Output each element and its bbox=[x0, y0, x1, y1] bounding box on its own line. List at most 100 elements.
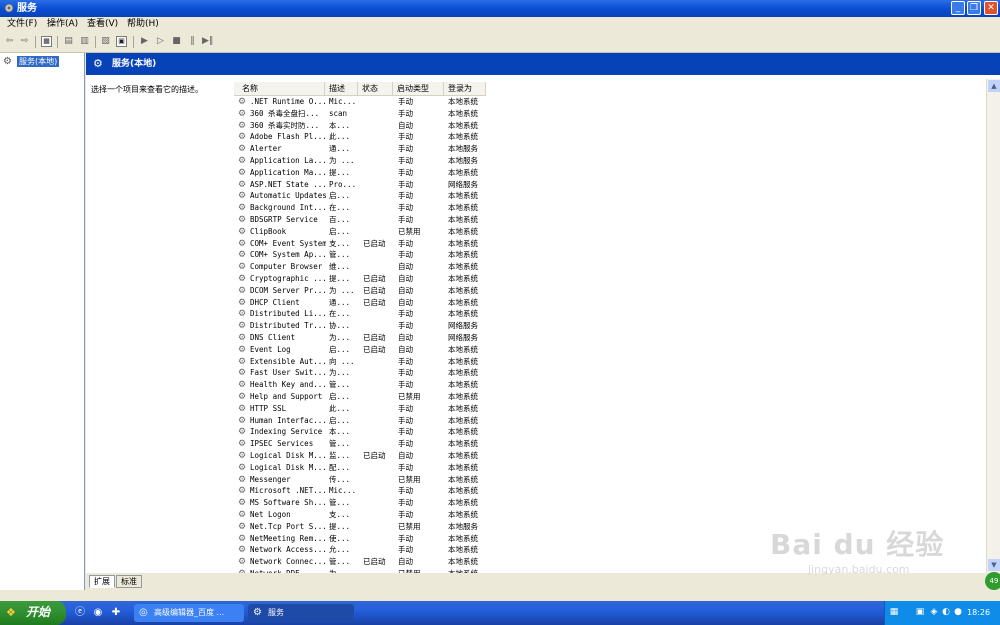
table-row[interactable]: ⚙ Network Access... 允... 手动 本地系统 bbox=[234, 544, 486, 556]
cell-startup-type: 自动 bbox=[398, 333, 413, 342]
minimize-button[interactable]: _ bbox=[951, 1, 965, 15]
table-row[interactable]: ⚙ Event Log 启... 已启动 自动 本地系统 bbox=[234, 344, 486, 356]
table-row[interactable]: ⚙ Net Logon 支... 手动 本地系统 bbox=[234, 509, 486, 521]
menu-action[interactable]: 操作(A) bbox=[47, 19, 78, 30]
table-row[interactable]: ⚙ Cryptographic ... 提... 已启动 自动 本地系统 bbox=[234, 273, 486, 285]
cell-startup-type: 手动 bbox=[398, 191, 413, 201]
table-row[interactable]: ⚙ 360 杀毒实时防... 本... 自动 本地系统 bbox=[234, 120, 486, 132]
table-row[interactable]: ⚙ .NET Runtime O... Mic... 手动 本地系统 bbox=[234, 96, 486, 108]
cell-name: Alerter bbox=[250, 144, 282, 154]
cell-name: COM+ Event System bbox=[250, 238, 326, 248]
service-gear-icon: ⚙ bbox=[238, 392, 247, 402]
tab-standard[interactable]: 标准 bbox=[116, 575, 142, 588]
antivirus-tray-icon[interactable]: ● bbox=[953, 607, 963, 617]
column-header-startup-type[interactable]: 启动类型 bbox=[393, 82, 444, 95]
forward-icon[interactable]: ⇨ bbox=[19, 36, 30, 47]
cell-status: 已启动 bbox=[363, 297, 386, 307]
table-row[interactable]: ⚙ DCOM Server Pr... 为 ... 已启动 自动 本地系统 bbox=[234, 285, 486, 297]
table-row[interactable]: ⚙ Application La... 为 ... 手动 本地服务 bbox=[234, 155, 486, 167]
floating-badge[interactable]: 49 bbox=[985, 572, 1000, 590]
cell-name: Event Log bbox=[250, 344, 291, 354]
back-icon[interactable]: ⇦ bbox=[4, 36, 15, 47]
app-quicklaunch-icon[interactable]: ✚ bbox=[110, 607, 122, 619]
table-row[interactable]: ⚙ Help and Support 启... 已禁用 本地系统 bbox=[234, 391, 486, 403]
table-row[interactable]: ⚙ Network Connec... 管... 已启动 自动 本地系统 bbox=[234, 556, 486, 568]
table-row[interactable]: ⚙ BDSGRTP Service 百... 手动 本地系统 bbox=[234, 214, 486, 226]
table-row[interactable]: ⚙ Logical Disk M... 配... 手动 本地系统 bbox=[234, 462, 486, 474]
pause-service-icon[interactable]: ‖ bbox=[187, 36, 198, 47]
refresh-icon[interactable]: ▥ bbox=[79, 36, 90, 47]
cell-description: 启... bbox=[329, 226, 351, 236]
show-desktop-quicklaunch-icon[interactable]: ◉ bbox=[92, 607, 104, 619]
table-row[interactable]: ⚙ ASP.NET State ... Pro... 手动 网络服务 bbox=[234, 179, 486, 191]
close-button[interactable]: ✕ bbox=[984, 1, 998, 15]
table-row[interactable]: ⚙ Microsoft .NET... Mic... 手动 本地系统 bbox=[234, 485, 486, 497]
table-row[interactable]: ⚙ 360 杀毒全盘扫... scan 手动 本地系统 bbox=[234, 108, 486, 120]
start-service-icon[interactable]: ▶ bbox=[139, 36, 150, 47]
start-service-alt-icon[interactable]: ▷ bbox=[155, 36, 166, 47]
menu-file[interactable]: 文件(F) bbox=[7, 19, 37, 30]
security-tray-icon[interactable]: ◈ bbox=[929, 607, 939, 617]
table-row[interactable]: ⚙ DNS Client 为... 已启动 自动 网络服务 bbox=[234, 332, 486, 344]
table-row[interactable]: ⚙ IPSEC Services 管... 手动 本地系统 bbox=[234, 438, 486, 450]
column-header-description[interactable]: 描述 bbox=[325, 82, 358, 95]
table-row[interactable]: ⚙ Indexing Service 本... 手动 本地系统 bbox=[234, 426, 486, 438]
start-button[interactable]: ❖ 开始 bbox=[0, 601, 66, 625]
table-row[interactable]: ⚙ Background Int... 在... 手动 本地系统 bbox=[234, 202, 486, 214]
language-bar-icon[interactable]: ▦ bbox=[889, 607, 899, 617]
table-row[interactable]: ⚙ Alerter 通... 手动 本地服务 bbox=[234, 143, 486, 155]
column-header-name[interactable]: 名称 bbox=[234, 82, 325, 95]
table-row[interactable]: ⚙ HTTP SSL 此... 手动 本地系统 bbox=[234, 403, 486, 415]
table-row[interactable]: ⚙ DHCP Client 通... 已启动 自动 本地系统 bbox=[234, 297, 486, 309]
table-row[interactable]: ⚙ MS Software Sh... 管... 手动 本地系统 bbox=[234, 497, 486, 509]
cell-startup-type: 手动 bbox=[398, 356, 413, 366]
scroll-down-arrow-icon[interactable]: ▼ bbox=[988, 559, 1000, 571]
maximize-button[interactable]: ❐ bbox=[967, 1, 981, 15]
menu-view[interactable]: 查看(V) bbox=[87, 19, 118, 30]
table-row[interactable]: ⚙ Fast User Swit... 为... 手动 本地系统 bbox=[234, 367, 486, 379]
show-hide-tree-icon[interactable]: ▦ bbox=[41, 36, 52, 47]
table-row[interactable]: ⚙ ClipBook 启... 已禁用 本地系统 bbox=[234, 226, 486, 238]
table-row[interactable]: ⚙ NetMeeting Rem... 使... 手动 本地系统 bbox=[234, 533, 486, 545]
table-row[interactable]: ⚙ COM+ System Ap... 管... 手动 本地系统 bbox=[234, 249, 486, 261]
scroll-up-arrow-icon[interactable]: ▲ bbox=[988, 80, 1000, 92]
cell-startup-type: 已禁用 bbox=[398, 474, 421, 484]
export-list-icon[interactable]: ▧ bbox=[100, 36, 111, 47]
services-list[interactable]: 名称 描述 状态 启动类型 登录为 ⚙ .NET Runtime O... Mic.… bbox=[234, 79, 986, 579]
table-row[interactable]: ⚙ Adobe Flash Pl... 此... 手动 本地系统 bbox=[234, 131, 486, 143]
window-title: 服务 bbox=[17, 3, 37, 14]
table-row[interactable]: ⚙ Health Key and... 管... 手动 本地系统 bbox=[234, 379, 486, 391]
table-row[interactable]: ⚙ Computer Browser 维... 自动 本地系统 bbox=[234, 261, 486, 273]
cell-status: 已启动 bbox=[363, 344, 386, 354]
network-tray-icon[interactable]: ▣ bbox=[915, 607, 925, 617]
service-gear-icon: ⚙ bbox=[238, 191, 247, 202]
table-row[interactable]: ⚙ Automatic Updates 启... 手动 本地系统 bbox=[234, 190, 486, 202]
volume-tray-icon[interactable]: ◐ bbox=[941, 607, 951, 617]
taskbar-item-services[interactable]: ⚙ 服务 bbox=[248, 604, 354, 622]
cell-logon-as: 本地系统 bbox=[448, 167, 478, 177]
cell-startup-type: 手动 bbox=[398, 486, 413, 496]
ie-quicklaunch-icon[interactable]: ⓔ bbox=[74, 607, 86, 619]
table-row[interactable]: ⚙ Net.Tcp Port S... 提... 已禁用 本地服务 bbox=[234, 521, 486, 533]
tab-extended[interactable]: 扩展 bbox=[89, 575, 115, 588]
menu-help[interactable]: 帮助(H) bbox=[127, 19, 159, 30]
stop-service-icon[interactable]: ■ bbox=[171, 36, 182, 47]
vertical-scrollbar[interactable]: ▲ ▼ bbox=[986, 79, 1000, 573]
help-icon[interactable]: ▣ bbox=[116, 36, 127, 47]
table-row[interactable]: ⚙ Extensible Aut... 向 ... 手动 本地系统 bbox=[234, 356, 486, 368]
table-row[interactable]: ⚙ COM+ Event System 支... 已启动 手动 本地系统 bbox=[234, 238, 486, 250]
table-row[interactable]: ⚙ Human Interfac... 启... 手动 本地系统 bbox=[234, 415, 486, 427]
table-row[interactable]: ⚙ Application Ma... 提... 手动 本地系统 bbox=[234, 167, 486, 179]
restart-service-icon[interactable]: ▶‖ bbox=[202, 36, 213, 47]
taskbar-item-browser[interactable]: ◎ 高级编辑器_百度 ... bbox=[134, 604, 244, 622]
table-row[interactable]: ⚙ Distributed Tr... 协... 手动 网络服务 bbox=[234, 320, 486, 332]
properties-icon[interactable]: ▤ bbox=[63, 36, 74, 47]
table-row[interactable]: ⚙ Logical Disk M... 监... 已启动 自动 本地系统 bbox=[234, 450, 486, 462]
cell-startup-type: 手动 bbox=[398, 462, 413, 472]
column-header-status[interactable]: 状态 bbox=[358, 82, 393, 95]
table-row[interactable]: ⚙ Messenger 传... 已禁用 本地系统 bbox=[234, 474, 486, 486]
cell-logon-as: 本地系统 bbox=[448, 415, 478, 425]
table-row[interactable]: ⚙ Distributed Li... 在... 手动 本地系统 bbox=[234, 308, 486, 320]
column-header-logon-as[interactable]: 登录为 bbox=[444, 82, 486, 95]
menu-bar: 文件(F) 操作(A) 查看(V) 帮助(H) bbox=[0, 17, 1000, 32]
